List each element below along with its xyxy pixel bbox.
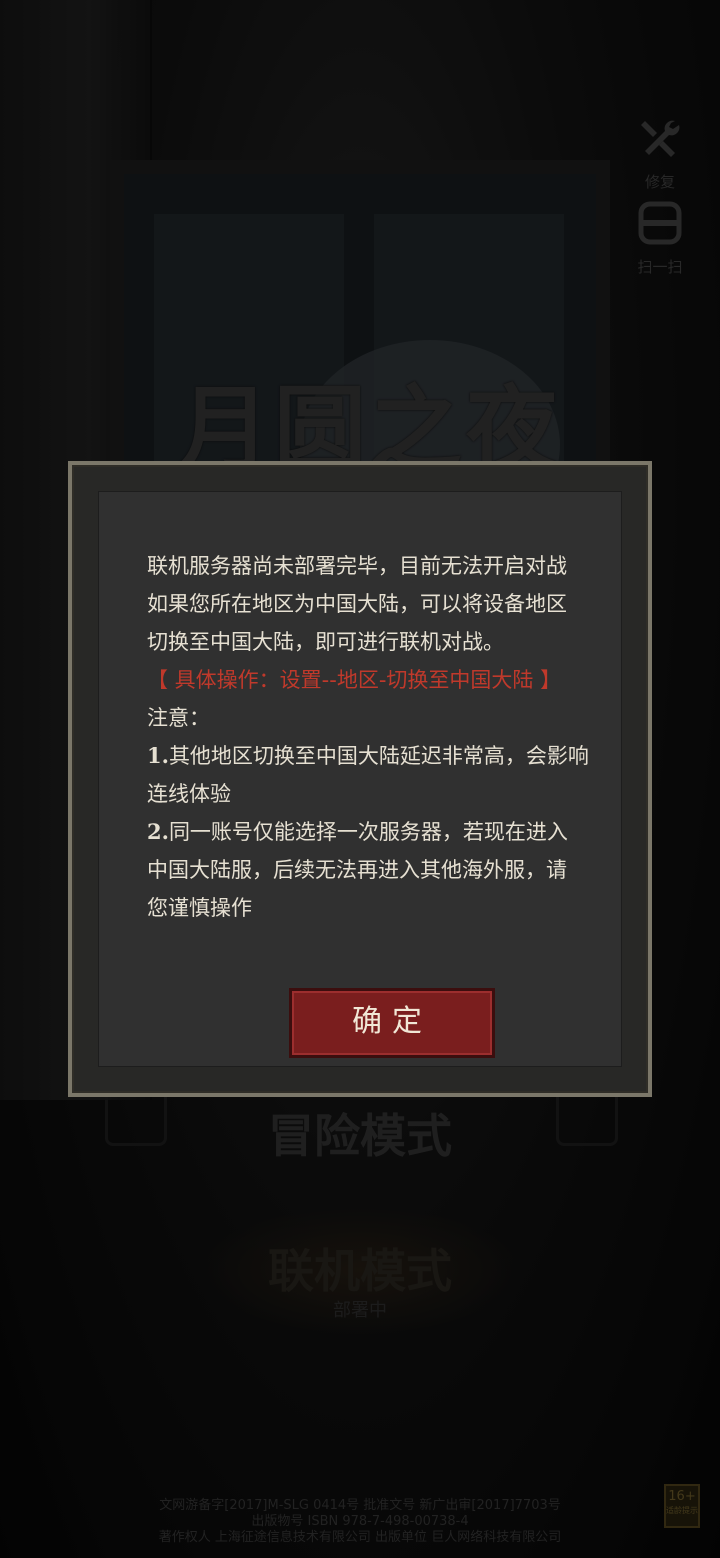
dialog-message: 联机服务器尚未部署完毕，目前无法开启对战 如果您所在地区为中国大陆，可以将设备地… bbox=[147, 547, 647, 927]
server-notice-dialog: 联机服务器尚未部署完毕，目前无法开启对战 如果您所在地区为中国大陆，可以将设备地… bbox=[68, 461, 652, 1097]
dialog-panel: 联机服务器尚未部署完毕，目前无法开启对战 如果您所在地区为中国大陆，可以将设备地… bbox=[98, 491, 622, 1067]
operation-instructions: 【 具体操作：设置--地区-切换至中国大陆 】 bbox=[147, 668, 562, 692]
note-1-number: 1. bbox=[147, 743, 169, 768]
confirm-button[interactable]: 确定 bbox=[289, 988, 495, 1058]
notice-heading: 注意： bbox=[147, 706, 210, 730]
note-2-number: 2. bbox=[147, 819, 169, 844]
message-line: 切换至中国大陆，即可进行联机对战。 bbox=[147, 630, 504, 654]
message-line: 您谨慎操作 bbox=[147, 896, 252, 920]
note-2: 2.同一账号仅能选择一次服务器，若现在进入 bbox=[147, 813, 647, 851]
note-1-text: 其他地区切换至中国大陆延迟非常高，会影响 bbox=[168, 744, 589, 768]
message-line: 连线体验 bbox=[147, 782, 231, 806]
note-2-text: 同一账号仅能选择一次服务器，若现在进入 bbox=[168, 820, 568, 844]
message-line: 如果您所在地区为中国大陆，可以将设备地区 bbox=[147, 592, 567, 616]
note-1: 1.其他地区切换至中国大陆延迟非常高，会影响 bbox=[147, 737, 647, 775]
message-line: 中国大陆服，后续无法再进入其他海外服，请 bbox=[147, 858, 567, 882]
message-line: 联机服务器尚未部署完毕，目前无法开启对战 bbox=[147, 554, 567, 578]
